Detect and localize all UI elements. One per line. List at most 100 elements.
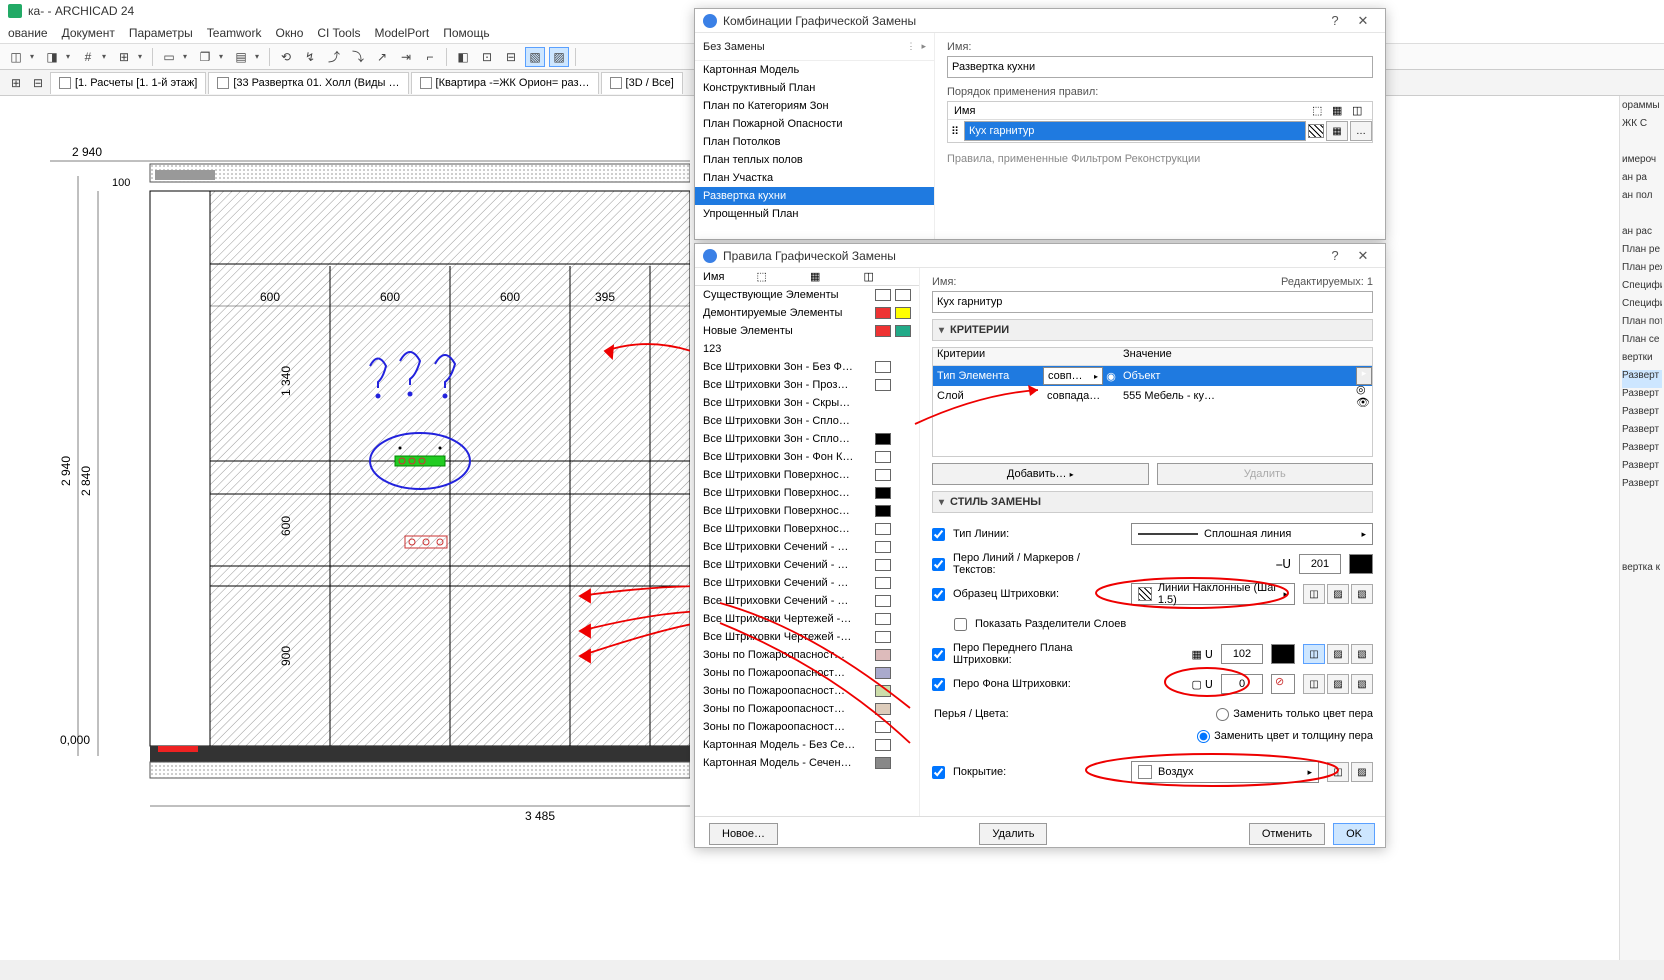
view-tab[interactable]: [3D / Все] bbox=[601, 72, 683, 94]
tool-k-icon[interactable]: ▧ bbox=[525, 47, 545, 67]
combo-list-item[interactable]: План по Категориям Зон bbox=[695, 97, 934, 115]
rule-list-item[interactable]: Все Штриховки Зон - Без Ф… bbox=[695, 358, 919, 376]
tool-c-icon[interactable]: ⤴ bbox=[324, 47, 344, 67]
criteria-row[interactable]: Тип Элемента совп…▸ ◉ Объект ▸ bbox=[933, 366, 1372, 386]
combo-list-item[interactable]: План Участка bbox=[695, 169, 934, 187]
tool-d-icon[interactable]: ⤵ bbox=[348, 47, 368, 67]
hatch-mode-btn[interactable]: ▨ bbox=[1327, 584, 1349, 604]
bg-mode-btn[interactable]: ▧ bbox=[1351, 674, 1373, 694]
rule-list-item[interactable]: Все Штриховки Поверхнос… bbox=[695, 520, 919, 538]
hatch-mode-btn[interactable]: ▧ bbox=[1351, 584, 1373, 604]
rule-name-input[interactable] bbox=[932, 291, 1373, 313]
rule-list-item[interactable]: Все Штриховки Поверхнос… bbox=[695, 466, 919, 484]
fg-pen-input[interactable] bbox=[1221, 644, 1263, 664]
bg-color-swatch[interactable]: ⊘ bbox=[1271, 674, 1295, 694]
pen-color-only-radio[interactable]: Заменить только цвет пера bbox=[1216, 708, 1373, 721]
view-tab[interactable]: [Квартира -=ЖК Орион= раз… bbox=[411, 72, 599, 94]
menu-item[interactable]: Окно bbox=[275, 26, 303, 40]
tool-snap2-icon[interactable]: ◨ bbox=[42, 47, 62, 67]
rule-list-item[interactable]: Все Штриховки Поверхнос… bbox=[695, 502, 919, 520]
fg-pen-check[interactable] bbox=[932, 648, 945, 661]
no-override-label[interactable]: Без Замены bbox=[703, 41, 765, 53]
cancel-button[interactable]: Отменить bbox=[1249, 823, 1325, 845]
more-button[interactable]: … bbox=[1350, 121, 1372, 141]
help-button[interactable]: ? bbox=[1321, 13, 1349, 28]
view-tab[interactable]: [33 Развертка 01. Холл (Виды … bbox=[208, 72, 408, 94]
tool-grid-icon[interactable]: # bbox=[78, 47, 98, 67]
rule-list-item[interactable]: Все Штриховки Сечений - … bbox=[695, 592, 919, 610]
tool-layers-icon[interactable]: ❐ bbox=[195, 47, 215, 67]
eye-icon[interactable]: ◎👁 bbox=[1356, 384, 1370, 409]
fg-mode-btn[interactable]: ▨ bbox=[1327, 644, 1349, 664]
rule-list-item[interactable]: Зоны по Пожароопасност… bbox=[695, 682, 919, 700]
tool-h-icon[interactable]: ◧ bbox=[453, 47, 473, 67]
cov-mode-btn[interactable]: ◫ bbox=[1327, 762, 1349, 782]
rule-list-item[interactable]: Зоны по Пожароопасност… bbox=[695, 700, 919, 718]
coverage-combo[interactable]: Воздух▸ bbox=[1131, 761, 1319, 783]
fg-mode-btn[interactable]: ◫ bbox=[1303, 644, 1325, 664]
rule-list-item[interactable]: Картонная Модель - Без Се… bbox=[695, 736, 919, 754]
help-button[interactable]: ? bbox=[1321, 248, 1349, 263]
combo-list-item[interactable]: Конструктивный План bbox=[695, 79, 934, 97]
line-pen-check[interactable] bbox=[932, 558, 945, 571]
tool-f-icon[interactable]: ⇥ bbox=[396, 47, 416, 67]
bg-pen-check[interactable] bbox=[932, 678, 945, 691]
hatch-combo[interactable]: Линии Наклонные (Шаг 1.5)▸ bbox=[1131, 583, 1295, 605]
tool-j-icon[interactable]: ⊟ bbox=[501, 47, 521, 67]
ok-button[interactable]: OK bbox=[1333, 823, 1375, 845]
rule-list-item[interactable]: Зоны по Пожароопасност… bbox=[695, 664, 919, 682]
pen-color-weight-radio[interactable]: Заменить цвет и толщину пера bbox=[1197, 730, 1373, 743]
rule-list-item[interactable]: Все Штриховки Чертежей -… bbox=[695, 610, 919, 628]
rule-list-item[interactable]: Все Штриховки Сечений - … bbox=[695, 538, 919, 556]
rule-list-item[interactable]: Все Штриховки Зон - Фон К… bbox=[695, 448, 919, 466]
fg-color-swatch[interactable] bbox=[1271, 644, 1295, 664]
combo-name-input[interactable] bbox=[947, 56, 1373, 78]
rule-list-item[interactable]: Все Штриховки Сечений - … bbox=[695, 556, 919, 574]
fg-mode-btn[interactable]: ▧ bbox=[1351, 644, 1373, 664]
tool-doc-icon[interactable]: ▤ bbox=[231, 47, 251, 67]
combo-list-item[interactable]: План теплых полов bbox=[695, 151, 934, 169]
hatch-check[interactable] bbox=[932, 588, 945, 601]
combo-list-item[interactable]: План Пожарной Опасности bbox=[695, 115, 934, 133]
rule-list-item[interactable]: Зоны по Пожароопасност… bbox=[695, 718, 919, 736]
rule-list-item[interactable]: Зоны по Пожароопасност… bbox=[695, 646, 919, 664]
bg-pen-input[interactable] bbox=[1221, 674, 1263, 694]
tool-snap-icon[interactable]: ◫ bbox=[6, 47, 26, 67]
pen-color-swatch[interactable] bbox=[1349, 554, 1373, 574]
menu-item[interactable]: ModelPort bbox=[375, 26, 430, 40]
rule-list-item[interactable]: Картонная Модель - Сечен… bbox=[695, 754, 919, 772]
tool-l-icon[interactable]: ▨ bbox=[549, 47, 569, 67]
rule-list-item[interactable]: Все Штриховки Зон - Проз… bbox=[695, 376, 919, 394]
tool-i-icon[interactable]: ⊡ bbox=[477, 47, 497, 67]
coverage-check[interactable] bbox=[932, 766, 945, 779]
menu-item[interactable]: Teamwork bbox=[207, 26, 262, 40]
rule-list-item[interactable]: 123 bbox=[695, 340, 919, 358]
operator-dropdown[interactable]: совп…▸ bbox=[1043, 367, 1103, 385]
tab-prev-icon[interactable]: ⊞ bbox=[6, 73, 26, 93]
new-rule-button[interactable]: Новое… bbox=[709, 823, 778, 845]
add-criteria-button[interactable]: Добавить… ▸ bbox=[932, 463, 1149, 485]
rule-list-item[interactable]: Все Штриховки Сечений - … bbox=[695, 574, 919, 592]
line-type-check[interactable] bbox=[932, 528, 945, 541]
tool-e-icon[interactable]: ↗ bbox=[372, 47, 392, 67]
menu-item[interactable]: CI Tools bbox=[317, 26, 360, 40]
combo-list[interactable]: Картонная МодельКонструктивный ПланПлан … bbox=[695, 61, 934, 239]
tool-box-icon[interactable]: ▭ bbox=[159, 47, 179, 67]
close-icon[interactable]: ✕ bbox=[1349, 248, 1377, 264]
line-type-combo[interactable]: Сплошная линия▸ bbox=[1131, 523, 1373, 545]
menu-item[interactable]: Параметры bbox=[129, 26, 193, 40]
tool-grid2-icon[interactable]: ⊞ bbox=[114, 47, 134, 67]
rule-list-item[interactable]: Новые Элементы bbox=[695, 322, 919, 340]
rule-list-item[interactable]: Существующие Элементы bbox=[695, 286, 919, 304]
hatch-mode-btn[interactable]: ◫ bbox=[1303, 584, 1325, 604]
combo-list-item[interactable]: Упрощенный План bbox=[695, 205, 934, 223]
bg-mode-btn[interactable]: ▨ bbox=[1327, 674, 1349, 694]
close-icon[interactable]: ✕ bbox=[1349, 13, 1377, 29]
line-pen-input[interactable] bbox=[1299, 554, 1341, 574]
rule-list-item[interactable]: Все Штриховки Чертежей -… bbox=[695, 628, 919, 646]
tab-next-icon[interactable]: ⊟ bbox=[28, 73, 48, 93]
cov-mode-btn[interactable]: ▨ bbox=[1351, 762, 1373, 782]
tool-a-icon[interactable]: ⟲ bbox=[276, 47, 296, 67]
rule-item[interactable]: Кух гарнитур bbox=[964, 121, 1306, 141]
rule-list-item[interactable]: Все Штриховки Поверхнос… bbox=[695, 484, 919, 502]
